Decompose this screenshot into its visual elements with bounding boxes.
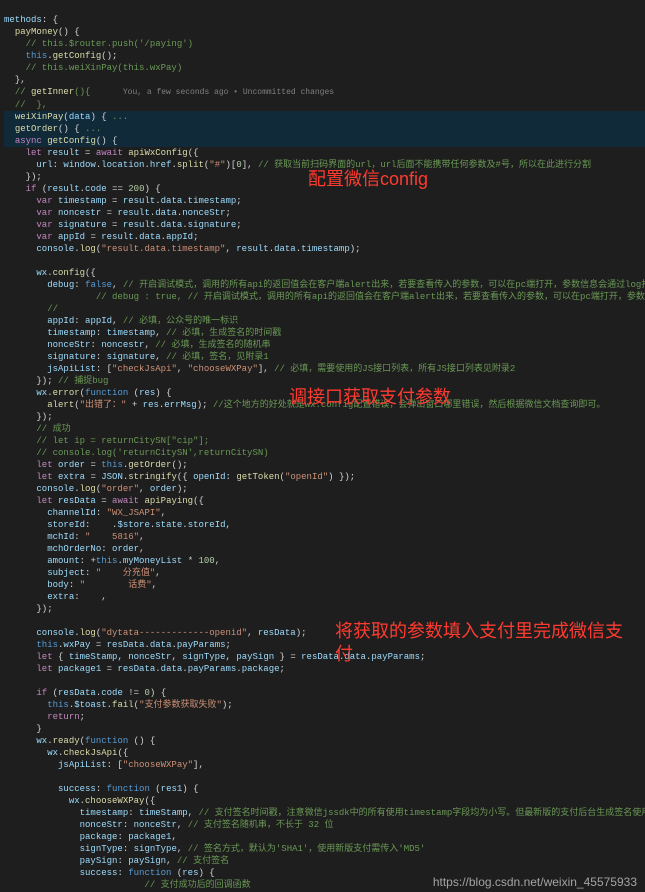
- method-getOrder: getOrder: [15, 124, 58, 134]
- comment: // 获取当前扫码界面的url，url后面不能携带任何参数及#号，所以在此进行分…: [258, 160, 591, 170]
- comment: // debug : true, // 开启调试模式，调用的所有api的返回值会…: [4, 292, 645, 302]
- comment: // 开启调试模式，调用的所有api的返回值会在客户端alert出来，若要查看传…: [123, 280, 645, 290]
- method-payMoney: payMoney: [15, 27, 58, 37]
- method-weiXinPay: weiXinPay: [15, 112, 64, 122]
- watermark: https://blog.csdn.net/weixin_45575933: [433, 876, 637, 888]
- comment: // this.weiXinPay(this.wxPay): [26, 63, 183, 73]
- codelens-author: You, a few seconds ago • Uncommitted cha…: [123, 88, 334, 97]
- comment: // this.$router.push('/paying'): [26, 39, 193, 49]
- method-getConfig: getConfig: [47, 136, 96, 146]
- code-editor[interactable]: methods: { payMoney() { // this.$router.…: [0, 0, 645, 892]
- method-getInner: getInner: [31, 87, 74, 97]
